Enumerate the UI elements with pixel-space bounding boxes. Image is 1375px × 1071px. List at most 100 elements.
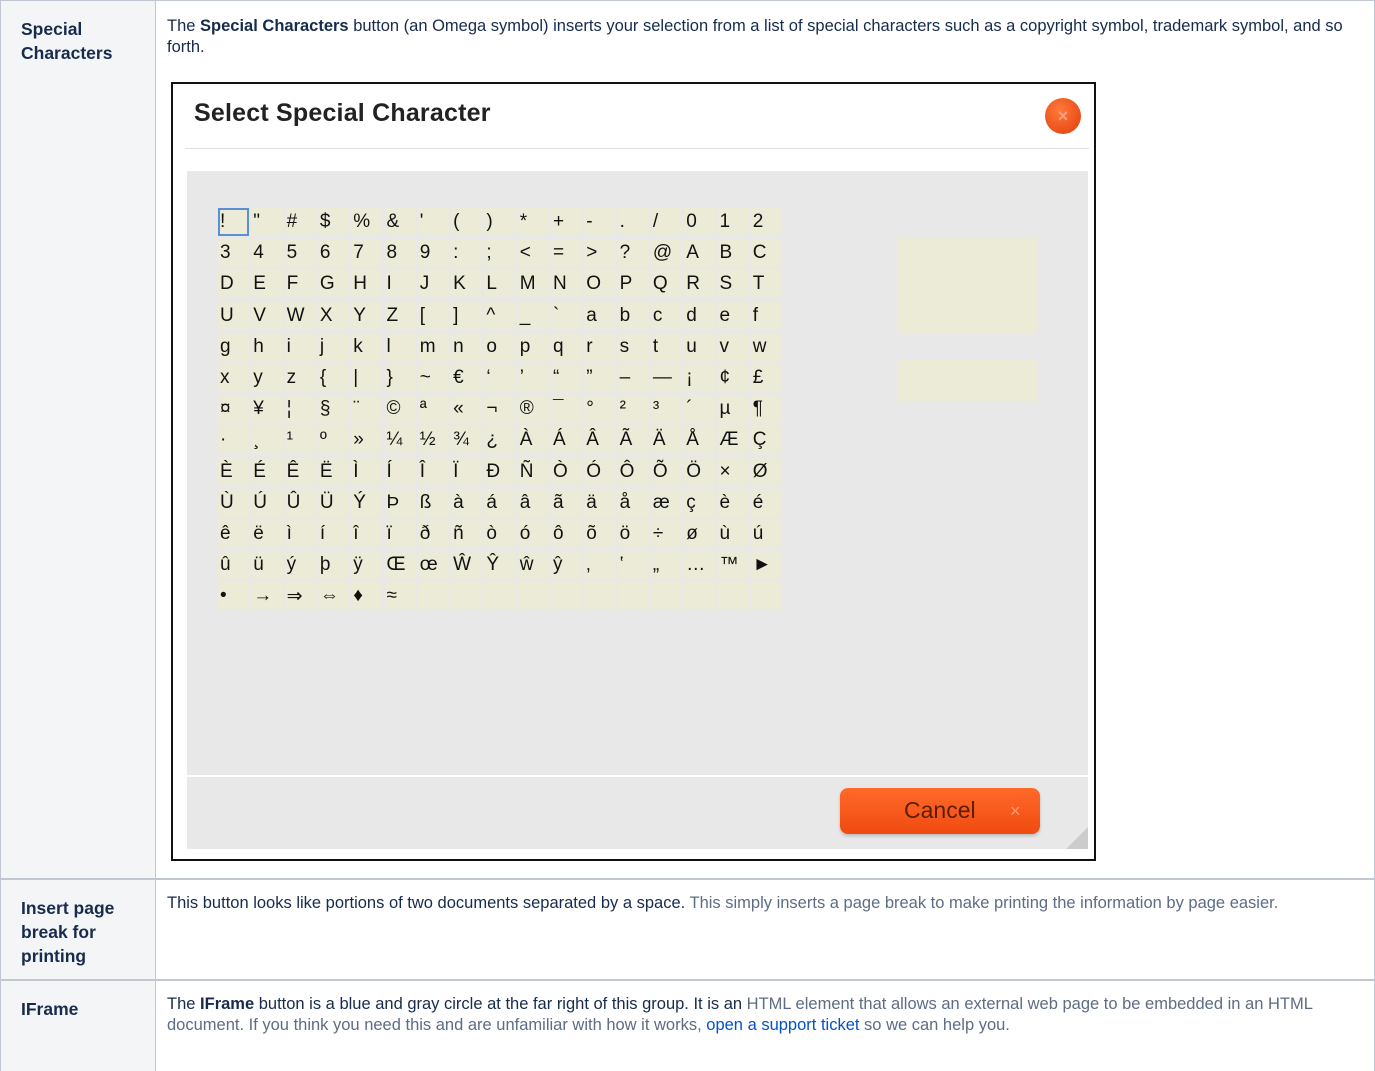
- character-cell[interactable]: é: [750, 488, 783, 517]
- character-cell[interactable]: O: [584, 270, 616, 299]
- character-cell[interactable]: ‚: [584, 551, 616, 580]
- character-cell[interactable]: Æ: [717, 426, 749, 455]
- character-cell[interactable]: Ï: [451, 457, 483, 486]
- character-cell[interactable]: ŵ: [517, 551, 549, 580]
- character-cell[interactable]: º: [317, 426, 350, 455]
- character-cell[interactable]: ã: [551, 488, 583, 517]
- character-cell[interactable]: J: [417, 270, 450, 299]
- character-cell[interactable]: Ã: [617, 426, 649, 455]
- character-cell[interactable]: Ý: [351, 488, 383, 517]
- character-cell[interactable]: Ö: [684, 457, 716, 486]
- character-cell[interactable]: ©: [384, 395, 416, 424]
- character-cell[interactable]: ò: [484, 520, 516, 548]
- character-cell[interactable]: n: [451, 332, 483, 361]
- character-cell[interactable]: Œ: [384, 551, 416, 580]
- character-cell[interactable]: ù: [717, 520, 749, 548]
- character-cell[interactable]: ™: [717, 551, 749, 580]
- character-cell[interactable]: È: [218, 457, 250, 486]
- character-cell[interactable]: →: [251, 582, 283, 611]
- character-cell[interactable]: ÷: [650, 520, 683, 548]
- character-cell[interactable]: z: [284, 364, 316, 392]
- character-cell[interactable]: Î: [417, 457, 450, 486]
- character-cell[interactable]: !: [218, 208, 250, 236]
- character-cell[interactable]: €: [451, 364, 483, 392]
- character-cell[interactable]: ¦: [284, 395, 316, 424]
- character-cell[interactable]: Ú: [251, 488, 283, 517]
- character-cell[interactable]: &: [384, 208, 416, 236]
- character-cell[interactable]: 7: [351, 239, 383, 268]
- character-cell[interactable]: Ì: [351, 457, 383, 486]
- character-cell[interactable]: Ø: [750, 457, 783, 486]
- character-cell[interactable]: ß: [417, 488, 450, 517]
- character-cell[interactable]: I: [384, 270, 416, 299]
- character-cell[interactable]: ó: [517, 520, 549, 548]
- character-cell[interactable]: h: [251, 332, 283, 361]
- character-cell[interactable]: 1: [717, 208, 749, 236]
- character-cell[interactable]: `: [551, 301, 583, 330]
- character-cell[interactable]: 6: [317, 239, 350, 268]
- character-cell[interactable]: “: [551, 364, 583, 392]
- character-cell[interactable]: û: [218, 551, 250, 580]
- character-cell[interactable]: v: [717, 332, 749, 361]
- character-cell[interactable]: Þ: [384, 488, 416, 517]
- character-cell[interactable]: [: [417, 301, 450, 330]
- character-cell[interactable]: X: [317, 301, 350, 330]
- character-cell[interactable]: ô: [551, 520, 583, 548]
- character-cell[interactable]: ¼: [384, 426, 416, 455]
- character-cell[interactable]: í: [317, 520, 350, 548]
- character-cell[interactable]: V: [251, 301, 283, 330]
- resize-grip-icon[interactable]: [1066, 827, 1088, 849]
- character-cell[interactable]: å: [617, 488, 649, 517]
- character-cell[interactable]: Ð: [484, 457, 516, 486]
- character-cell[interactable]: ·: [218, 426, 250, 455]
- character-cell[interactable]: 0: [684, 208, 716, 236]
- character-cell[interactable]: %: [351, 208, 383, 236]
- character-cell[interactable]: g: [218, 332, 250, 361]
- character-cell[interactable]: õ: [584, 520, 616, 548]
- character-cell[interactable]: ¬: [484, 395, 516, 424]
- close-icon[interactable]: ×: [1045, 98, 1081, 134]
- character-cell[interactable]: ;: [484, 239, 516, 268]
- character-cell[interactable]: 3: [218, 239, 250, 268]
- character-cell[interactable]: B: [717, 239, 749, 268]
- character-cell[interactable]: à: [451, 488, 483, 517]
- character-cell[interactable]: Ŷ: [484, 551, 516, 580]
- character-cell[interactable]: ⇔: [317, 582, 350, 611]
- character-cell[interactable]: ♦: [351, 582, 383, 611]
- character-cell[interactable]: y: [251, 364, 283, 392]
- character-cell[interactable]: ½: [417, 426, 450, 455]
- character-cell[interactable]: _: [517, 301, 549, 330]
- character-cell[interactable]: u: [684, 332, 716, 361]
- character-cell[interactable]: ”: [584, 364, 616, 392]
- character-cell[interactable]: ð: [417, 520, 450, 548]
- character-cell[interactable]: ŷ: [551, 551, 583, 580]
- character-cell[interactable]: E: [251, 270, 283, 299]
- character-cell[interactable]: F: [284, 270, 316, 299]
- character-cell[interactable]: Ê: [284, 457, 316, 486]
- support-ticket-link[interactable]: open a support ticket: [706, 1016, 859, 1034]
- cancel-button[interactable]: Cancel ×: [840, 788, 1040, 834]
- character-cell[interactable]: L: [484, 270, 516, 299]
- character-cell[interactable]: ‘: [484, 364, 516, 392]
- character-cell[interactable]: Z: [384, 301, 416, 330]
- character-cell[interactable]: î: [351, 520, 383, 548]
- character-cell[interactable]: f: [750, 301, 783, 330]
- character-cell[interactable]: r: [584, 332, 616, 361]
- character-cell[interactable]: ¥: [251, 395, 283, 424]
- character-cell[interactable]: N: [551, 270, 583, 299]
- character-cell[interactable]: ø: [684, 520, 716, 548]
- character-cell[interactable]: Û: [284, 488, 316, 517]
- character-cell[interactable]: ë: [251, 520, 283, 548]
- character-cell[interactable]: À: [517, 426, 549, 455]
- character-cell[interactable]: …: [684, 551, 716, 580]
- character-cell[interactable]: o: [484, 332, 516, 361]
- character-cell[interactable]: „: [650, 551, 683, 580]
- character-cell[interactable]: ú: [750, 520, 783, 548]
- character-cell[interactable]: ý: [284, 551, 316, 580]
- character-cell[interactable]: c: [650, 301, 683, 330]
- character-cell[interactable]: l: [384, 332, 416, 361]
- character-cell[interactable]: @: [650, 239, 683, 268]
- character-cell[interactable]: w: [750, 332, 783, 361]
- character-cell[interactable]: Q: [650, 270, 683, 299]
- character-cell[interactable]: ": [251, 208, 283, 236]
